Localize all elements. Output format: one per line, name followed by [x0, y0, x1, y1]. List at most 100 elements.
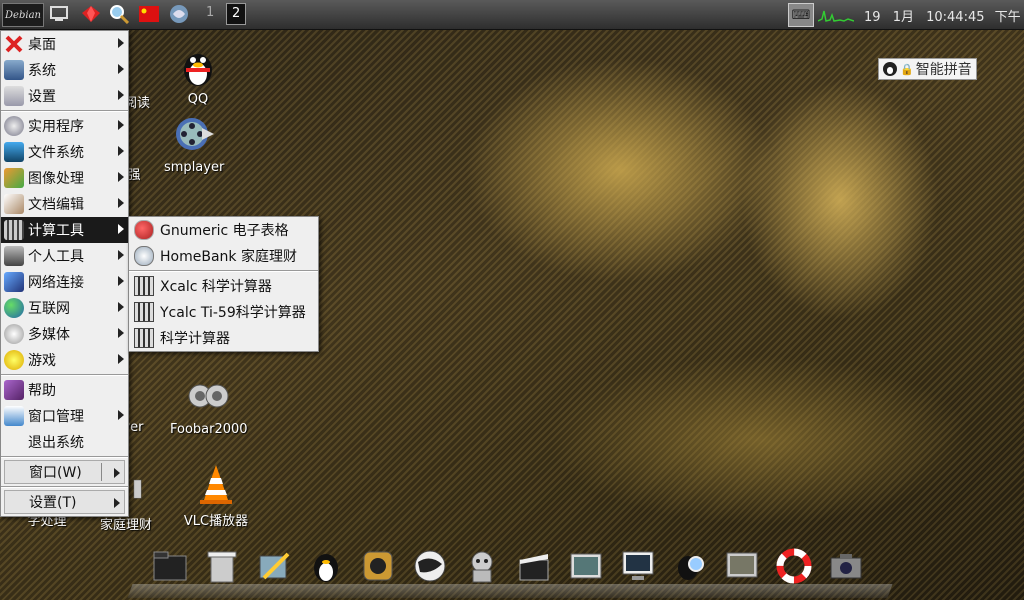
menu-item-multimedia[interactable]: 多媒体	[1, 321, 128, 347]
menu-item-network[interactable]: 网络连接	[1, 269, 128, 295]
monitor-icon[interactable]	[618, 546, 658, 586]
trash-icon[interactable]	[202, 546, 242, 586]
swirl-icon[interactable]	[168, 3, 190, 25]
music-icon[interactable]	[358, 546, 398, 586]
menu-item-window-management[interactable]: 窗口管理	[1, 403, 128, 429]
menu-item-games[interactable]: 游戏	[1, 347, 128, 373]
menu-separator	[129, 270, 318, 272]
menu-separator	[1, 456, 128, 458]
desktop-icon-label: VLC播放器	[183, 514, 249, 529]
desktop-x-icon	[5, 35, 23, 53]
submenu-arrow-icon	[118, 410, 124, 420]
menu-item-internet[interactable]: 互联网	[1, 295, 128, 321]
debian-logo[interactable]: Debian	[2, 3, 44, 27]
root-menu: 桌面 系统 设置 实用程序 文件系统 图像处理 文档编辑 计算工具 个人工具 网…	[0, 30, 129, 517]
menu-item-filesystem[interactable]: 文件系统	[1, 139, 128, 165]
menu-item-system[interactable]: 系统	[1, 57, 128, 83]
submenu-arrow-icon	[118, 224, 124, 234]
image-icon	[4, 168, 24, 188]
clock-day: 19	[864, 10, 881, 25]
screen-icon[interactable]	[722, 546, 762, 586]
calculator-icon	[134, 276, 154, 296]
submenu-arrow-icon	[118, 354, 124, 364]
search-penguin-icon[interactable]	[670, 546, 710, 586]
workspace-2[interactable]: 2	[226, 3, 247, 25]
document-icon	[4, 194, 24, 214]
help-icon	[4, 380, 24, 400]
submenu-arrow-icon	[118, 328, 124, 338]
menu-item-document[interactable]: 文档编辑	[1, 191, 128, 217]
penguin-icon[interactable]	[306, 546, 346, 586]
menu-item-settings-bottom[interactable]: 设置(T)	[4, 490, 125, 514]
submenu-arrow-icon	[118, 172, 124, 182]
film-reel-icon	[176, 118, 214, 150]
desktop-icon-label: smplayer	[164, 160, 225, 175]
submenu-item-ycalc[interactable]: Ycalc Ti-59科学计算器	[129, 299, 318, 325]
photo-icon[interactable]	[566, 546, 606, 586]
lock-icon: 🔒	[900, 62, 914, 76]
submenu-arrow-icon	[118, 198, 124, 208]
menu-item-window-list[interactable]: 窗口(W)	[4, 460, 125, 484]
calculator-tools-submenu: Gnumeric 电子表格 HomeBank 家庭理财 Xcalc 科学计算器 …	[128, 216, 319, 352]
show-desktop-icon[interactable]	[48, 3, 70, 25]
calculator-icon	[133, 479, 142, 499]
calculator-icon	[134, 328, 154, 348]
clapper-icon[interactable]	[514, 546, 554, 586]
submenu-item-homebank[interactable]: HomeBank 家庭理财	[129, 243, 318, 269]
submenu-arrow-icon	[114, 498, 120, 508]
globe-icon[interactable]	[410, 546, 450, 586]
menu-item-desktop[interactable]: 桌面	[1, 31, 128, 57]
menu-item-exit[interactable]: 退出系统	[1, 429, 128, 455]
desktop-icon-vlc[interactable]: VLC播放器	[176, 462, 256, 529]
gem-icon[interactable]	[80, 3, 102, 25]
clock-time: 10:44:45	[926, 10, 985, 25]
traffic-cone-icon	[200, 465, 232, 504]
folder-icon[interactable]	[150, 546, 190, 586]
flag-icon[interactable]	[138, 3, 160, 25]
globe-icon	[4, 298, 24, 318]
ime-indicator[interactable]: 🔒 智能拼音	[878, 58, 977, 80]
menu-separator	[1, 486, 128, 488]
desktop-icon-smplayer[interactable]: smplayer	[164, 112, 224, 175]
lifebuoy-icon[interactable]	[774, 546, 814, 586]
menu-item-image[interactable]: 图像处理	[1, 165, 128, 191]
pencil-icon[interactable]	[254, 546, 294, 586]
workspace-1[interactable]: 1	[206, 5, 214, 20]
submenu-arrow-icon	[118, 302, 124, 312]
speakers-icon	[188, 384, 229, 408]
desktop-icon-qq[interactable]: QQ	[170, 44, 226, 107]
calculator-icon	[4, 220, 24, 240]
penguin-icon	[883, 62, 897, 76]
submenu-arrow-icon	[114, 468, 120, 478]
multimedia-icon	[4, 324, 24, 344]
menu-item-calculator-tools[interactable]: 计算工具	[1, 217, 128, 243]
system-icon	[4, 60, 24, 80]
calculator-icon	[134, 302, 154, 322]
submenu-arrow-icon	[118, 276, 124, 286]
submenu-item-gnumeric[interactable]: Gnumeric 电子表格	[129, 217, 318, 243]
camera-icon[interactable]	[826, 546, 866, 586]
menu-item-divider	[101, 463, 102, 481]
submenu-item-xcalc[interactable]: Xcalc 科学计算器	[129, 273, 318, 299]
window-icon	[4, 406, 24, 426]
clock-ampm: 下午	[994, 10, 1021, 25]
utilities-icon	[4, 116, 24, 136]
dock	[140, 546, 880, 594]
submenu-item-scientific-calculator[interactable]: 科学计算器	[129, 325, 318, 351]
menu-item-settings[interactable]: 设置	[1, 83, 128, 109]
robot-icon[interactable]	[462, 546, 502, 586]
menu-item-personal[interactable]: 个人工具	[1, 243, 128, 269]
homebank-icon	[134, 246, 154, 266]
penguin-icon	[184, 54, 212, 86]
search-icon[interactable]	[108, 3, 130, 25]
menu-separator	[1, 110, 128, 112]
spreadsheet-icon	[134, 220, 154, 240]
desktop-icon-foobar2000[interactable]: Foobar2000	[170, 374, 248, 437]
cpu-monitor-icon	[818, 10, 854, 22]
menu-item-utilities[interactable]: 实用程序	[1, 113, 128, 139]
keyboard-icon[interactable]: ⌨	[788, 3, 814, 27]
clock[interactable]: 19 1月 10:44:45 下午	[864, 6, 1024, 25]
menu-item-help[interactable]: 帮助	[1, 377, 128, 403]
submenu-arrow-icon	[118, 90, 124, 100]
network-icon	[4, 272, 24, 292]
